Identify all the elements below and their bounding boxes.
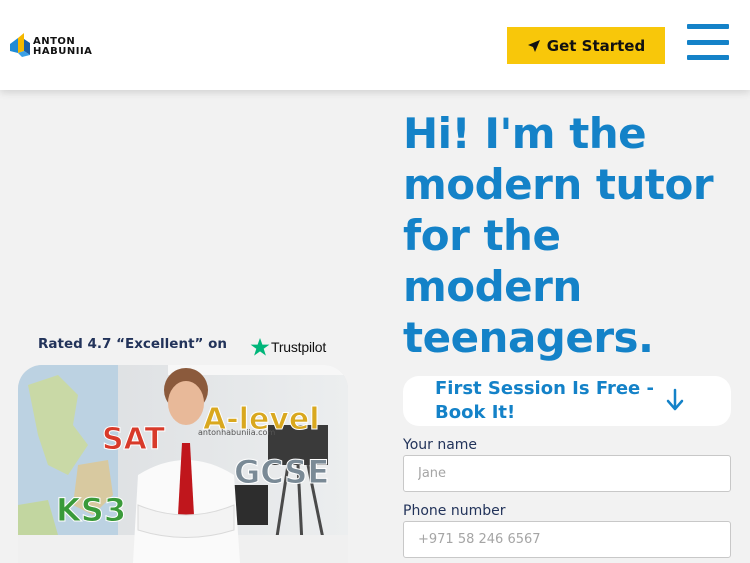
get-started-button[interactable]: Get Started [507,27,665,64]
hero-title: Hi! I'm the modern tutor for the modern … [403,109,714,362]
free-session-card[interactable]: First Session Is Free - Book It! [403,376,731,426]
photo-label-ks3: KS3 [56,491,126,529]
rating-text: Rated 4.7 “Excellent” on [38,336,227,352]
logo-line-2: HABUNIIA [33,46,93,57]
free-session-label: First Session Is Free - Book It! [435,378,654,423]
arrow-down-icon [666,388,684,411]
site-header: ANTON HABUNIIA Get Started [0,0,750,90]
logo-text: ANTON HABUNIIA [33,37,92,57]
name-input[interactable] [403,455,731,492]
name-label: Your name [403,437,478,453]
photo-watermark: antonhabuniia.com [198,428,275,437]
location-arrow-icon [527,39,540,52]
menu-bar [687,24,729,29]
trustpilot-label: Trustpilot [271,339,327,355]
phone-label: Phone number [403,503,506,519]
tutor-photo-illustration: SAT A-level GCSE KS3 antonhabuniia.com [18,365,348,563]
trustpilot-link[interactable]: Trustpilot [250,336,326,358]
get-started-label: Get Started [546,36,646,55]
menu-bar [687,40,729,45]
hamburger-menu-icon[interactable] [687,24,729,61]
trustpilot-star-icon [250,338,270,356]
logo[interactable]: ANTON HABUNIIA [10,33,100,57]
phone-input[interactable] [403,521,731,558]
photo-label-gcse: GCSE [234,453,329,491]
photo-label-sat: SAT [102,422,165,457]
logo-mark-icon [10,33,30,57]
tutor-photo: SAT A-level GCSE KS3 antonhabuniia.com [18,365,348,563]
menu-bar [687,55,729,60]
